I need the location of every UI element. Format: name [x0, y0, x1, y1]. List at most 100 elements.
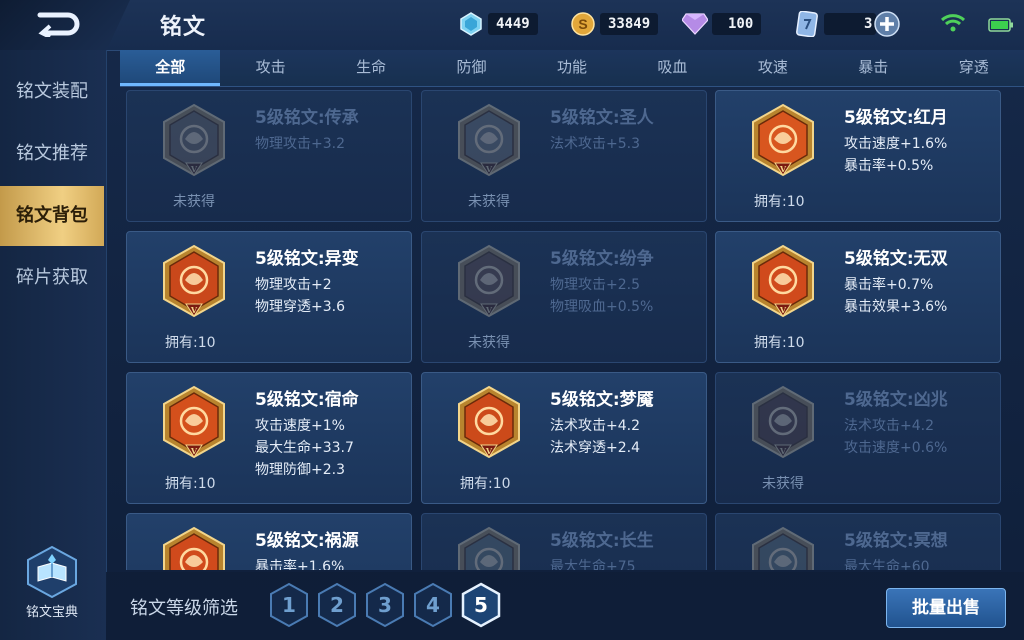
inscription-name: 5级铭文:红月 — [844, 108, 948, 128]
add-plus-icon[interactable] — [874, 11, 901, 37]
emblem-level-label: V — [485, 446, 493, 456]
crystal-count: 4449 — [488, 13, 538, 35]
crystal-resource: 4449 — [458, 11, 538, 37]
gold-count: 33849 — [600, 13, 659, 35]
inscription-attribute: 暴击率+0.7% — [844, 277, 934, 293]
emblem-level-label: V — [190, 164, 198, 174]
not-obtained-label: 未获得 — [468, 194, 510, 210]
inscription-card[interactable]: V 5级铭文:纷争 物理攻击+2.5 物理吸血+0.5% 未获得 — [421, 231, 707, 363]
emblem-level-label: V — [779, 305, 787, 315]
crystal-icon — [458, 11, 484, 37]
inscription-emblem-icon: V — [456, 526, 522, 570]
not-obtained-label: 未获得 — [173, 194, 215, 210]
inscription-emblem-icon: V — [750, 526, 816, 570]
tab-health[interactable]: 生命 — [321, 50, 421, 86]
inscription-card[interactable]: V 5级铭文:宿命 攻击速度+1% 最大生命+33.7 物理防御+2.3 拥有:10 — [126, 372, 412, 504]
diamond-count: 100 — [712, 13, 762, 35]
inscription-emblem-icon: V — [456, 385, 522, 461]
inscription-attribute: 法术穿透+2.4 — [550, 440, 640, 456]
inscription-card[interactable]: V5级铭文:长生最大生命+75未获得 — [421, 513, 707, 570]
inscription-emblem-icon: V — [161, 385, 227, 461]
inscription-attribute: 暴击率+1.6% — [255, 559, 345, 570]
sidebar-item-fragments[interactable]: 碎片获取 — [0, 248, 104, 308]
tab-attack-speed[interactable]: 攻速 — [723, 50, 823, 86]
battery-icon — [988, 17, 1014, 36]
inscription-card[interactable]: V 5级铭文:圣人 法术攻击+5.3 未获得 — [421, 90, 707, 222]
inscription-name: 5级铭文:长生 — [550, 531, 654, 551]
tab-defense[interactable]: 防御 — [421, 50, 521, 86]
inscription-emblem-icon: V — [456, 244, 522, 320]
back-button[interactable] — [0, 0, 130, 50]
sidebar-item-bag[interactable]: 铭文背包 — [0, 186, 104, 246]
level-filter-2[interactable]: 2 — [316, 582, 358, 628]
inscription-emblem-icon: V — [161, 244, 227, 320]
tab-penetration[interactable]: 穿透 — [924, 50, 1024, 86]
inscription-name: 5级铭文:梦魇 — [550, 390, 654, 410]
owned-count: 拥有:10 — [754, 335, 805, 351]
tab-attack[interactable]: 攻击 — [220, 50, 320, 86]
card-resource: 3 — [794, 11, 901, 37]
inscription-card[interactable]: V5级铭文:祸源暴击率+1.6%拥有:10 — [126, 513, 412, 570]
inscription-name: 5级铭文:传承 — [255, 108, 359, 128]
inscription-attribute: 物理穿透+3.6 — [255, 299, 345, 315]
level-filter-2-label: 2 — [330, 593, 344, 617]
inscription-card[interactable]: V 5级铭文:传承 物理攻击+3.2 未获得 — [126, 90, 412, 222]
level-filter-4[interactable]: 4 — [412, 582, 454, 628]
level-filter-1-label: 1 — [282, 593, 296, 617]
inscription-emblem-icon: V — [750, 385, 816, 461]
inscription-name: 5级铭文:异变 — [255, 249, 359, 269]
inscription-attribute: 物理防御+2.3 — [255, 462, 345, 478]
diamond-resource: 100 — [682, 11, 762, 37]
inscription-grid: V 5级铭文:传承 物理攻击+3.2 未获得 V 5级铭文:圣人 法术攻击+5.3 未获得 V 5… — [126, 90, 1006, 570]
inscription-card[interactable]: V5级铭文:冥想最大生命+60未获得 — [715, 513, 1001, 570]
level-filter-1[interactable]: 1 — [268, 582, 310, 628]
sidebar-item-recommend[interactable]: 铭文推荐 — [0, 124, 104, 184]
bottom-bar: 铭文等级筛选 1 2 3 4 5 批量出售 — [106, 572, 1024, 640]
bulk-sell-button[interactable]: 批量出售 — [886, 588, 1006, 628]
inscription-card[interactable]: V 5级铭文:无双 暴击率+0.7% 暴击效果+3.6% 拥有:10 — [715, 231, 1001, 363]
inscription-name: 5级铭文:纷争 — [550, 249, 654, 269]
level-filter-3[interactable]: 3 — [364, 582, 406, 628]
level-filter-3-label: 3 — [378, 593, 392, 617]
not-obtained-label: 未获得 — [762, 476, 804, 492]
page-title: 铭文 — [160, 15, 207, 40]
tab-all[interactable]: 全部 — [120, 50, 221, 86]
inscription-attribute: 攻击速度+0.6% — [844, 440, 948, 456]
emblem-level-label: V — [190, 305, 198, 315]
inscription-attribute: 最大生命+33.7 — [255, 440, 354, 456]
back-arrow-icon — [37, 12, 80, 37]
not-obtained-label: 未获得 — [468, 335, 510, 351]
emblem-level-label: V — [485, 164, 493, 174]
inscription-emblem-icon: V — [161, 103, 227, 179]
level-filter-5-label: 5 — [474, 593, 488, 617]
emblem-level-label: V — [190, 446, 198, 456]
emblem-level-label: V — [485, 305, 493, 315]
inscription-card[interactable]: V 5级铭文:红月 攻击速度+1.6% 暴击率+0.5% 拥有:10 — [715, 90, 1001, 222]
diamond-icon — [682, 11, 708, 37]
inscription-card[interactable]: V 5级铭文:梦魇 法术攻击+4.2 法术穿透+2.4 拥有:10 — [421, 372, 707, 504]
tab-critical[interactable]: 暴击 — [823, 50, 923, 86]
level-filter-5[interactable]: 5 — [460, 582, 502, 628]
inscription-attribute: 暴击效果+3.6% — [844, 299, 948, 315]
codex-button[interactable]: 铭文宝典 — [14, 545, 90, 625]
inscription-emblem-icon: V — [750, 103, 816, 179]
inscription-emblem-icon: V — [750, 244, 816, 320]
inscription-attribute: 法术攻击+4.2 — [844, 418, 934, 434]
inscription-attribute: 最大生命+60 — [844, 559, 930, 570]
sidebar-item-equip[interactable]: 铭文装配 — [0, 62, 104, 122]
inscription-attribute: 攻击速度+1% — [255, 418, 345, 434]
card-count: 3 — [824, 13, 877, 35]
owned-count: 拥有:10 — [754, 194, 805, 210]
svg-text:S: S — [578, 16, 587, 32]
inscription-attribute: 物理吸血+0.5% — [550, 299, 654, 315]
category-tabs: 全部 攻击 生命 防御 功能 吸血 攻速 暴击 穿透 — [120, 50, 1024, 87]
inscription-card[interactable]: V 5级铭文:凶兆 法术攻击+4.2 攻击速度+0.6% 未获得 — [715, 372, 1001, 504]
inscription-attribute: 法术攻击+5.3 — [550, 136, 640, 152]
tab-utility[interactable]: 功能 — [522, 50, 622, 86]
inscription-emblem-icon: V — [161, 526, 227, 570]
tab-lifesteal[interactable]: 吸血 — [622, 50, 722, 86]
inscription-card[interactable]: V 5级铭文:异变 物理攻击+2 物理穿透+3.6 拥有:10 — [126, 231, 412, 363]
top-bar: 铭文 4449 S 33849 100 3 — [0, 0, 1024, 51]
wifi-icon — [940, 13, 966, 37]
emblem-level-label: V — [779, 164, 787, 174]
